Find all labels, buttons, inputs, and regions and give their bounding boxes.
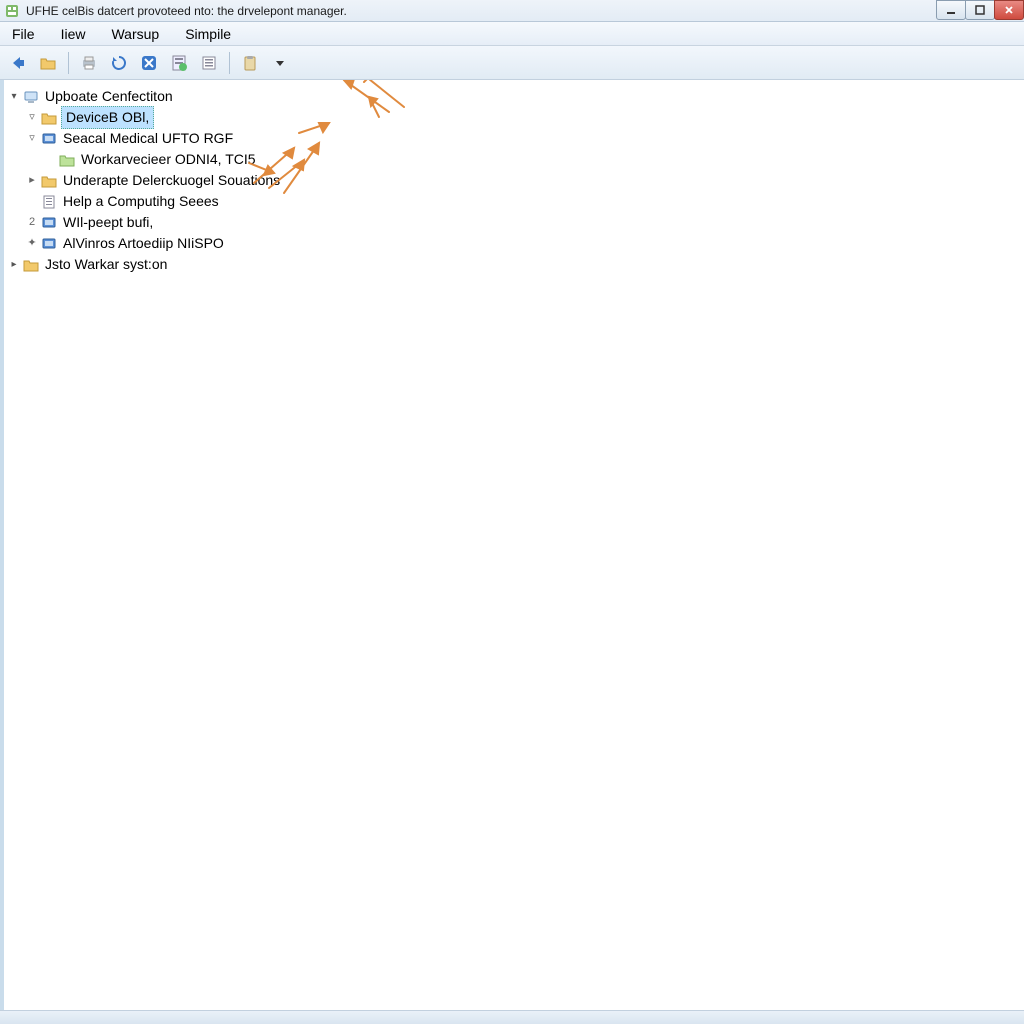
printer-icon[interactable] (77, 51, 101, 75)
tree-item-label: AlVinros Artoediip NIiSPO (61, 233, 226, 254)
title-bar: UFHE celBis datcert provoteed nto: the d… (0, 0, 1024, 22)
list-badge-icon[interactable] (197, 51, 221, 75)
properties-icon[interactable] (167, 51, 191, 75)
row-badge: ✦ (26, 233, 38, 254)
tree-view[interactable]: ▾ Upboate Cenfectiton ▿ DeviceB OBl, ▿ S… (4, 80, 1024, 281)
close-button[interactable] (994, 0, 1024, 20)
maximize-button[interactable] (965, 0, 995, 20)
tree-item-seacal-medical[interactable]: ▿ Seacal Medical UFTO RGF (8, 128, 1020, 149)
tree-root[interactable]: ▾ Upboate Cenfectiton (8, 86, 1020, 107)
device-icon (40, 215, 58, 231)
tree-item-label: Help a Computihg Seees (61, 191, 221, 212)
tree-item-alvinros[interactable]: ✦ AlVinros Artoediip NIiSPO (8, 233, 1020, 254)
folder-icon (58, 152, 76, 168)
window-controls (937, 0, 1024, 20)
tree-item-label: Underapte Delerckuogel Souations (61, 170, 282, 191)
tree-item-label: Seacal Medical UFTO RGF (61, 128, 235, 149)
back-arrow-icon[interactable] (6, 51, 30, 75)
tree-item-label: DeviceB OBl, (61, 106, 154, 129)
clipboard-icon[interactable] (238, 51, 262, 75)
menu-bar: File Iiew Warsup Simpile (0, 22, 1024, 46)
app-icon (4, 3, 20, 19)
tree-item-help-computing[interactable]: Help a Computihg Seees (8, 191, 1020, 212)
minimize-button[interactable] (936, 0, 966, 20)
refresh-icon[interactable] (107, 51, 131, 75)
expand-toggle-icon[interactable]: ▸ (26, 170, 38, 191)
dropdown-arrow-icon[interactable] (268, 51, 292, 75)
tree-item-wil-peept[interactable]: 2 WIl-peept bufi, (8, 212, 1020, 233)
toolbar-separator (68, 52, 69, 74)
toolbar-separator (229, 52, 230, 74)
tree-root-label: Upboate Cenfectiton (43, 86, 175, 107)
document-icon (40, 194, 58, 210)
expand-toggle-icon[interactable]: ▿ (26, 107, 38, 128)
row-badge: 2 (26, 212, 38, 233)
tree-item-device-obl[interactable]: ▿ DeviceB OBl, (8, 107, 1020, 128)
expand-toggle-icon[interactable]: ▾ (8, 91, 20, 103)
computer-icon (22, 89, 40, 105)
folder-open-icon[interactable] (36, 51, 60, 75)
expand-toggle-icon[interactable]: ▿ (26, 128, 38, 149)
folder-icon (22, 257, 40, 273)
tree-item-workarvecieer[interactable]: Workarvecieer ODNI4, TCI5 (8, 149, 1020, 170)
menu-simple[interactable]: Simpile (179, 24, 237, 44)
folder-icon (40, 173, 58, 189)
tree-item-label: WIl-peept bufi, (61, 212, 155, 233)
toolbar (0, 46, 1024, 80)
window-title: UFHE celBis datcert provoteed nto: the d… (26, 4, 347, 18)
device-icon (40, 131, 58, 147)
tree-item-label: Workarvecieer ODNI4, TCI5 (79, 149, 258, 170)
tree-item-underapte[interactable]: ▸ Underapte Delerckuogel Souations (8, 170, 1020, 191)
client-area: ▾ Upboate Cenfectiton ▿ DeviceB OBl, ▿ S… (0, 80, 1024, 1010)
menu-warsup[interactable]: Warsup (105, 24, 165, 44)
folder-icon (40, 110, 58, 126)
tree-item-label: Jsto Warkar syst:on (43, 254, 169, 275)
menu-file[interactable]: File (6, 24, 41, 44)
tree-item-jsto-warkar[interactable]: ▸ Jsto Warkar syst:on (8, 254, 1020, 275)
menu-view[interactable]: Iiew (55, 24, 92, 44)
device-icon (40, 236, 58, 252)
status-bar (0, 1010, 1024, 1024)
delete-x-icon[interactable] (137, 51, 161, 75)
expand-toggle-icon[interactable]: ▸ (8, 259, 20, 271)
